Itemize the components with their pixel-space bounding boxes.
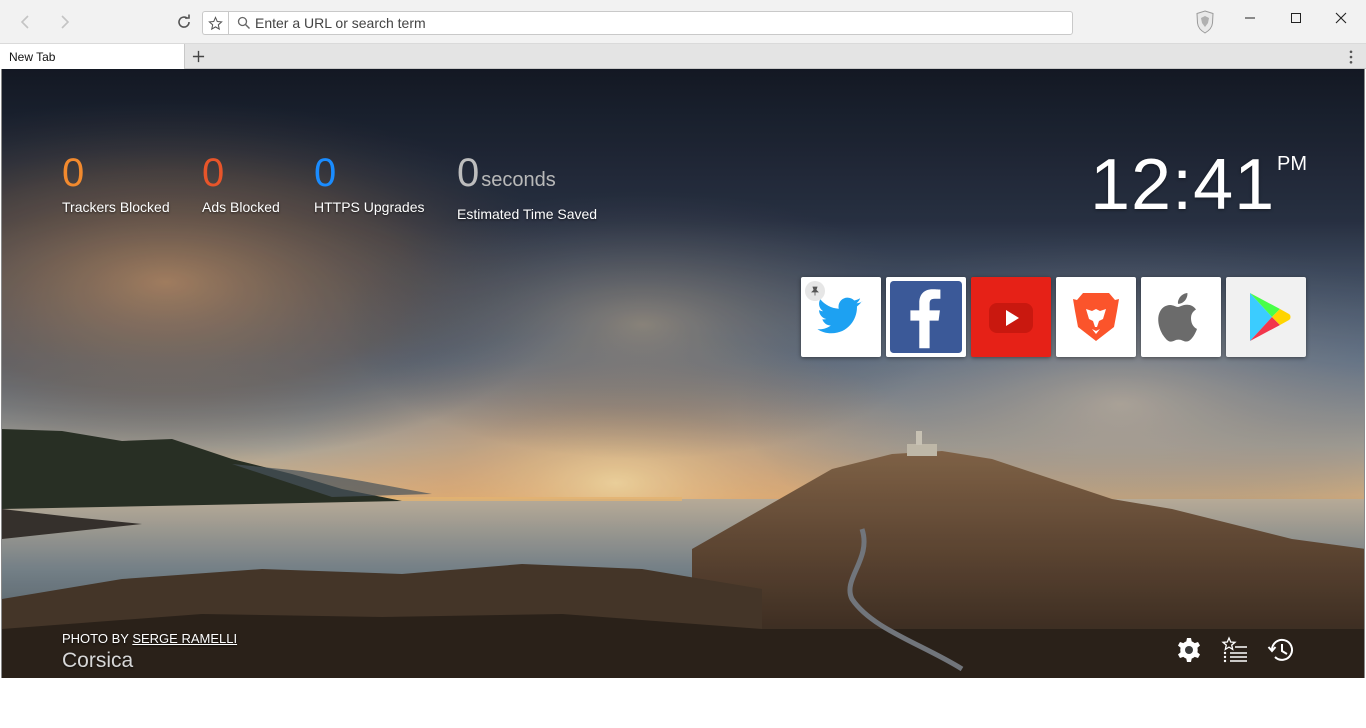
stat-label: Trackers Blocked <box>62 199 170 215</box>
stat-value-row: 0 seconds <box>457 153 597 200</box>
facebook-f-icon <box>890 281 962 353</box>
tab-new-tab[interactable]: New Tab <box>0 44 185 69</box>
search-icon <box>237 16 250 29</box>
stat-value: 0 <box>457 151 480 195</box>
stat-value: 0 <box>202 151 225 195</box>
stat-unit: seconds <box>481 169 556 191</box>
reload-icon <box>178 14 190 28</box>
photo-credit: PHOTO BY SERGE RAMELLI <box>62 631 237 646</box>
back-icon <box>20 15 29 29</box>
history-button[interactable] <box>1266 635 1296 665</box>
stat-value: 0 <box>314 151 337 195</box>
stat-ads-blocked: 0 Ads Blocked <box>202 153 280 215</box>
bookmarks-list-icon <box>1221 636 1247 663</box>
top-site-youtube[interactable] <box>971 277 1051 357</box>
history-clock-icon <box>1267 638 1293 661</box>
maximize-icon <box>1291 13 1301 23</box>
forward-button[interactable] <box>52 10 76 34</box>
settings-button[interactable] <box>1174 635 1204 665</box>
bookmark-star-icon <box>208 15 223 30</box>
google-play-icon <box>1250 293 1291 341</box>
photo-credit-prefix: PHOTO BY <box>62 631 133 646</box>
stat-label: Estimated Time Saved <box>457 206 598 222</box>
pin-button[interactable] <box>805 281 825 301</box>
forward-icon <box>61 15 70 29</box>
back-button[interactable] <box>14 10 38 34</box>
brave-shield-icon[interactable] <box>1194 10 1216 34</box>
youtube-play-icon <box>989 303 1033 333</box>
address-bar[interactable] <box>228 11 1073 35</box>
tab-title: New Tab <box>9 50 56 64</box>
stat-trackers-blocked: 0 Trackers Blocked <box>62 153 170 215</box>
pin-icon <box>811 286 819 296</box>
top-site-twitter[interactable] <box>801 277 881 357</box>
close-icon <box>1335 12 1347 24</box>
address-input[interactable] <box>255 14 1055 32</box>
brave-lion-icon <box>1073 293 1119 341</box>
stat-https-upgrades: 0 HTTPS Upgrades <box>314 153 424 215</box>
tab-menu-button[interactable] <box>1344 48 1358 66</box>
close-window-button[interactable] <box>1327 6 1355 30</box>
url-toolbar <box>0 0 1366 44</box>
top-site-facebook[interactable] <box>886 277 966 357</box>
top-site-google-play[interactable] <box>1226 277 1306 357</box>
stat-value: 0 <box>62 151 85 195</box>
stat-label: HTTPS Upgrades <box>314 199 425 215</box>
bookmarks-button[interactable] <box>1220 635 1250 665</box>
gear-icon <box>1178 638 1200 662</box>
tab-strip: New Tab <box>0 44 1366 69</box>
menu-kebab-icon <box>1349 50 1353 64</box>
photo-location: Corsica <box>62 649 134 672</box>
stat-label: Ads Blocked <box>202 199 280 215</box>
clock-time: 12:41 <box>1090 145 1276 225</box>
top-site-brave[interactable] <box>1056 277 1136 357</box>
maximize-button[interactable] <box>1282 6 1310 30</box>
new-tab-page: 0 Trackers Blocked 0 Ads Blocked 0 HTTPS… <box>1 69 1365 678</box>
apple-logo-icon <box>1158 293 1197 342</box>
clock-ampm: PM <box>1277 153 1307 175</box>
new-tab-button[interactable] <box>190 48 206 64</box>
photo-author-link[interactable]: SERGE RAMELLI <box>132 631 237 646</box>
bookmark-star-button[interactable] <box>202 11 228 35</box>
minimize-icon <box>1245 17 1255 19</box>
stat-time-saved: 0 seconds Estimated Time Saved <box>457 153 597 222</box>
minimize-button[interactable] <box>1236 6 1264 30</box>
reload-button[interactable] <box>172 10 196 34</box>
new-tab-plus-icon <box>192 50 204 62</box>
top-site-apple[interactable] <box>1141 277 1221 357</box>
